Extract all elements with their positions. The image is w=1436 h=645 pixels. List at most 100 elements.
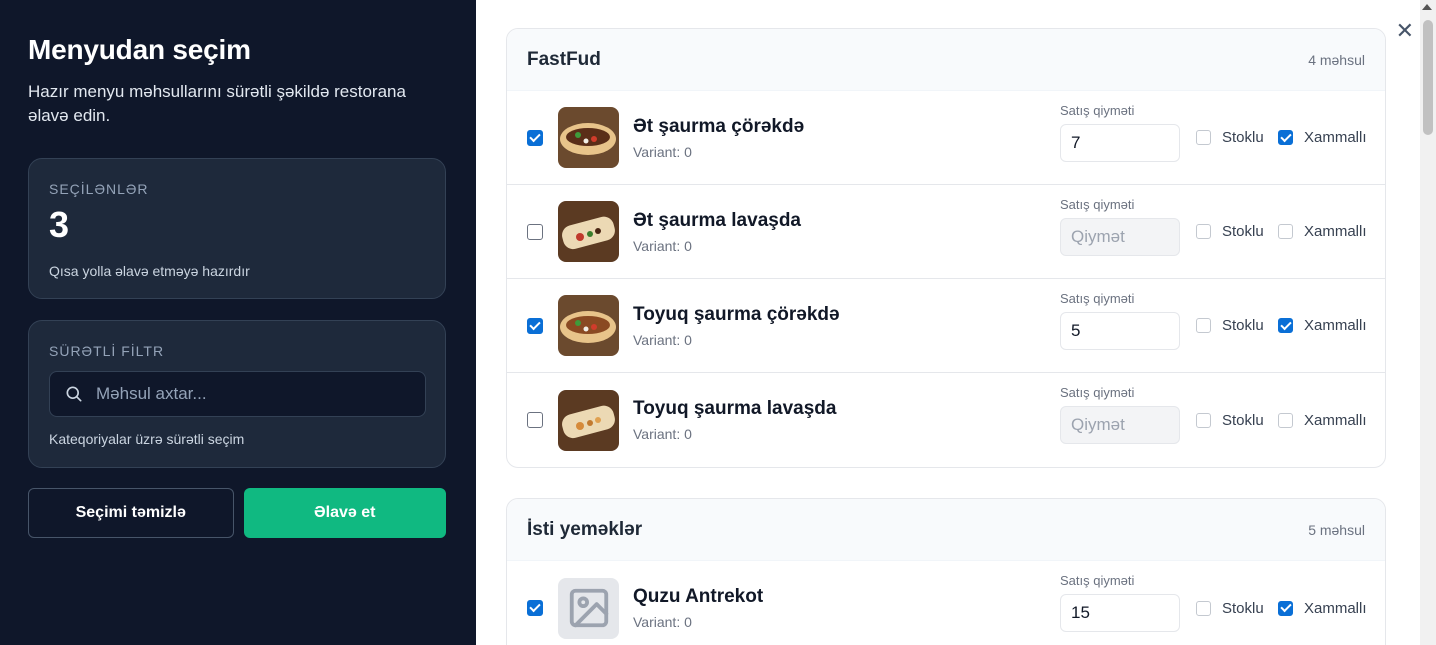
product-row: Ət şaurma lavaşda Variant: 0 Satış qiymə… — [507, 185, 1385, 279]
raw-material-label: Xammallı — [1304, 599, 1367, 617]
stock-label: Stoklu — [1222, 599, 1264, 617]
raw-material-option[interactable]: Xammallı — [1278, 223, 1367, 240]
stock-checkbox[interactable] — [1196, 318, 1211, 333]
price-input[interactable] — [1060, 406, 1180, 444]
product-variant: Variant: 0 — [633, 143, 692, 160]
category-header: İsti yeməklər 5 məhsul — [507, 499, 1385, 561]
price-input[interactable] — [1060, 124, 1180, 162]
stock-label: Stoklu — [1222, 411, 1264, 429]
raw-material-option[interactable]: Xammallı — [1278, 129, 1367, 146]
product-row: Quzu Antrekot Variant: 0 Satış qiyməti S… — [507, 561, 1385, 645]
category-section: İsti yeməklər 5 məhsul Quzu Antrekot Var… — [506, 498, 1386, 645]
stock-option[interactable]: Stoklu — [1196, 600, 1264, 617]
selected-hint: Qısa yolla əlavə etməyə hazırdır — [49, 263, 250, 279]
product-name: Ət şaurma çörəkdə — [633, 115, 805, 137]
action-buttons: Seçimi təmizlə Əlavə et — [28, 488, 446, 538]
stock-checkbox[interactable] — [1196, 600, 1211, 616]
product-select-checkbox[interactable] — [527, 600, 543, 616]
price-input[interactable] — [1060, 312, 1180, 350]
product-info: Toyuq şaurma lavaşda Variant: 0 — [633, 398, 836, 442]
stock-label: Stoklu — [1222, 223, 1264, 240]
raw-material-checkbox[interactable] — [1278, 600, 1293, 616]
product-row: Toyuq şaurma lavaşda Variant: 0 Satış qi… — [507, 373, 1385, 467]
raw-material-label: Xammallı — [1304, 129, 1367, 146]
product-select-checkbox[interactable] — [527, 412, 543, 428]
selected-count: 3 — [49, 204, 70, 245]
product-name: Toyuq şaurma çörəkdə — [633, 303, 840, 325]
product-list-panel: ✕ FastFud 4 məhsul Ət şaurma çörəkdə Var… — [476, 0, 1436, 645]
stock-option[interactable]: Stoklu — [1196, 317, 1264, 334]
stock-checkbox[interactable] — [1196, 130, 1211, 145]
scrollbar-thumb[interactable] — [1423, 20, 1433, 135]
search-box[interactable] — [49, 371, 426, 417]
product-info: Ət şaurma lavaşda Variant: 0 — [633, 210, 801, 254]
product-image — [558, 577, 619, 639]
raw-material-checkbox[interactable] — [1278, 412, 1293, 428]
stock-option[interactable]: Stoklu — [1196, 412, 1264, 429]
raw-material-option[interactable]: Xammallı — [1278, 317, 1367, 334]
page-subtitle: Hazır menyu məhsullarını sürətli şəkildə… — [28, 82, 406, 125]
price-label: Satış qiyməti — [1060, 197, 1135, 212]
raw-material-option[interactable]: Xammallı — [1278, 600, 1367, 617]
product-info: Toyuq şaurma çörəkdə Variant: 0 — [633, 304, 840, 348]
category-count: 5 məhsul — [1308, 521, 1365, 538]
product-info: Quzu Antrekot Variant: 0 — [633, 586, 763, 630]
product-variant: Variant: 0 — [633, 614, 692, 630]
clear-selection-button[interactable]: Seçimi təmizlə — [28, 488, 234, 538]
filter-label: SÜRƏTLİ FİLTR — [49, 343, 165, 359]
raw-material-checkbox[interactable] — [1278, 224, 1293, 239]
price-input[interactable] — [1060, 218, 1180, 256]
product-select-checkbox[interactable] — [527, 129, 543, 146]
selected-summary-card: SEÇİLƏNLƏR 3 Qısa yolla əlavə etməyə haz… — [28, 158, 446, 299]
category-count: 4 məhsul — [1308, 51, 1365, 68]
raw-material-checkbox[interactable] — [1278, 318, 1293, 333]
product-name: Ət şaurma lavaşda — [633, 209, 801, 231]
raw-material-label: Xammallı — [1304, 223, 1367, 240]
image-placeholder-icon — [569, 588, 608, 628]
product-image — [558, 295, 619, 356]
stock-option[interactable]: Stoklu — [1196, 129, 1264, 146]
add-button[interactable]: Əlavə et — [243, 488, 446, 538]
raw-material-label: Xammallı — [1304, 411, 1367, 429]
raw-material-option[interactable]: Xammallı — [1278, 412, 1367, 429]
product-select-checkbox[interactable] — [527, 317, 543, 334]
product-name: Toyuq şaurma lavaşda — [633, 398, 837, 419]
selected-label: SEÇİLƏNLƏR — [49, 181, 149, 197]
stock-checkbox[interactable] — [1196, 224, 1211, 239]
product-image — [558, 201, 619, 262]
raw-material-label: Xammallı — [1304, 317, 1367, 334]
price-label: Satış qiyməti — [1060, 573, 1135, 588]
price-label: Satış qiyməti — [1060, 103, 1135, 118]
product-variant: Variant: 0 — [633, 331, 692, 348]
price-field: Satış qiyməti — [1060, 197, 1180, 256]
search-input[interactable] — [96, 384, 396, 404]
product-image — [558, 107, 619, 168]
category-name: İsti yeməklər — [527, 518, 643, 540]
category-section: FastFud 4 məhsul Ət şaurma çörəkdə Varia… — [506, 28, 1386, 468]
price-label: Satış qiyməti — [1060, 291, 1135, 306]
price-label: Satış qiyməti — [1060, 385, 1135, 400]
search-icon — [66, 386, 82, 402]
raw-material-checkbox[interactable] — [1278, 130, 1293, 145]
product-variant: Variant: 0 — [633, 426, 692, 442]
product-select-checkbox[interactable] — [527, 223, 543, 240]
stock-checkbox[interactable] — [1196, 412, 1211, 428]
stock-option[interactable]: Stoklu — [1196, 223, 1264, 240]
price-field: Satış qiyməti — [1060, 573, 1180, 632]
product-row: Toyuq şaurma çörəkdə Variant: 0 Satış qi… — [507, 279, 1385, 373]
product-name: Quzu Antrekot — [633, 586, 764, 607]
scrollbar[interactable] — [1420, 0, 1436, 645]
close-icon[interactable]: ✕ — [1396, 18, 1414, 44]
category-header: FastFud 4 məhsul — [507, 29, 1385, 91]
product-image — [558, 389, 619, 451]
scroll-up-arrow-icon[interactable] — [1422, 4, 1432, 10]
product-info: Ət şaurma çörəkdə Variant: 0 — [633, 116, 804, 160]
filter-hint: Kateqoriyalar üzrə sürətli seçim — [49, 431, 245, 447]
price-input[interactable] — [1060, 594, 1180, 632]
price-field: Satış qiyməti — [1060, 291, 1180, 350]
product-row: Ət şaurma çörəkdə Variant: 0 Satış qiymə… — [507, 91, 1385, 185]
price-field: Satış qiyməti — [1060, 385, 1180, 444]
price-field: Satış qiyməti — [1060, 103, 1180, 162]
category-name: FastFud — [527, 48, 601, 70]
page-title: Menyudan seçim — [28, 34, 251, 65]
